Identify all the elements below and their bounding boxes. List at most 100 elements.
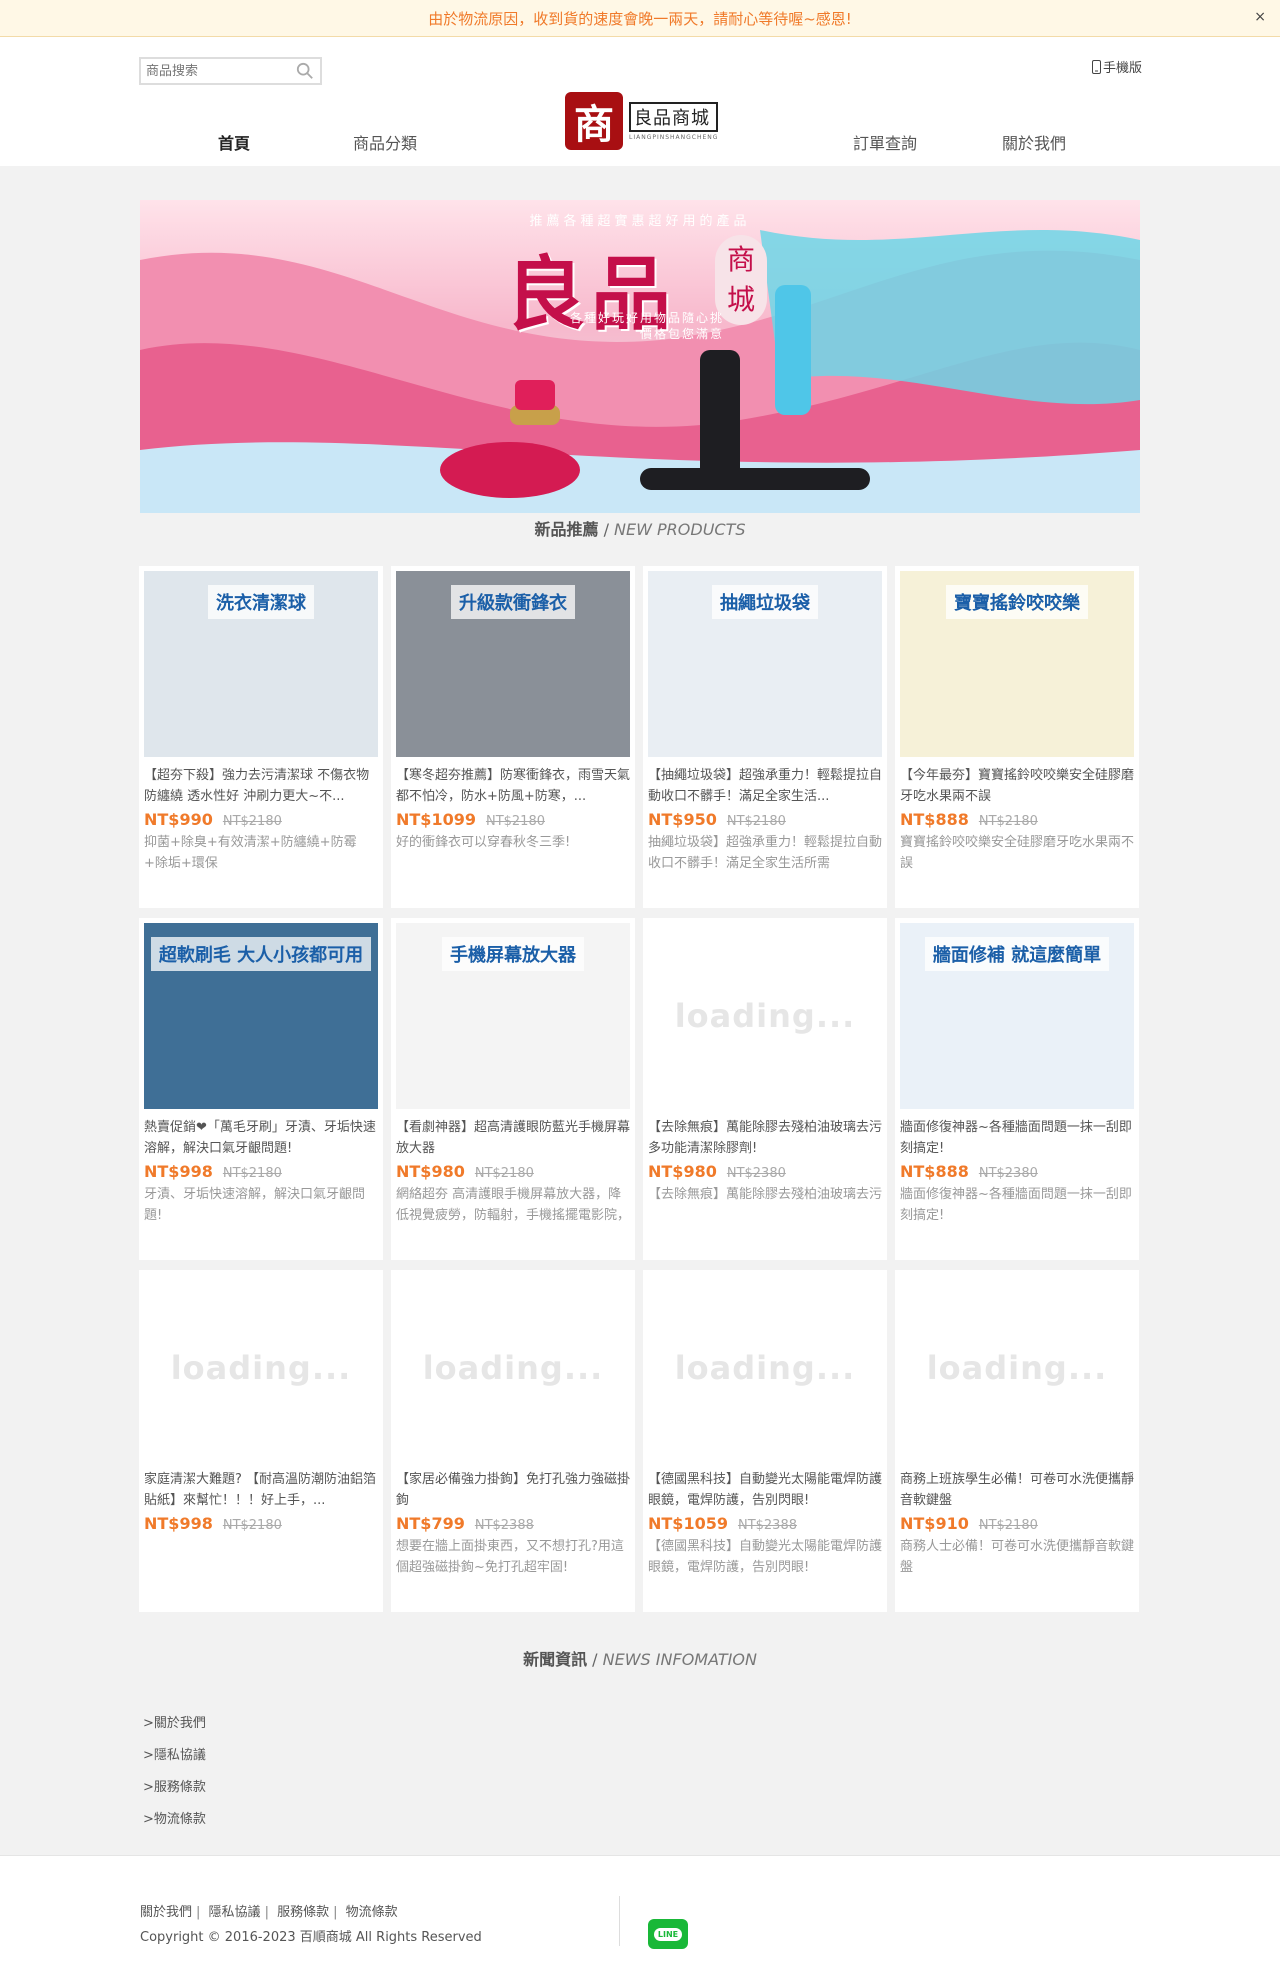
product-prices: NT$990 NT$2180 xyxy=(144,810,378,829)
nav-about[interactable]: 關於我們 xyxy=(1002,130,1066,154)
search-input[interactable] xyxy=(141,59,291,83)
product-image[interactable]: loading... xyxy=(144,1275,378,1461)
product-image[interactable]: 超軟刷毛 大人小孩都可用 xyxy=(144,923,378,1109)
close-icon[interactable]: × xyxy=(1254,9,1266,25)
product-image[interactable]: 升級款衝鋒衣 xyxy=(396,571,630,757)
product-price: NT$998 xyxy=(144,1162,213,1181)
product-image-caption: 手機屏幕放大器 xyxy=(442,937,584,971)
site-footer: 關於我們 | 隱私協議 | 服務條款 | 物流條款 Copyright © 2016-… xyxy=(0,1855,1280,1985)
footer-link-about[interactable]: 關於我們 xyxy=(140,1905,192,1920)
phone-icon xyxy=(1091,59,1101,74)
product-card[interactable]: 手機屏幕放大器【看劇神器】超高清護眼防藍光手機屏幕放大器 NT$980 NT$218… xyxy=(391,918,635,1260)
notice-text: 由於物流原因，收到貨的速度會晚一兩天，請耐心等待喔~感恩! xyxy=(428,9,852,28)
product-old-price: NT$2388 xyxy=(737,1518,797,1533)
product-old-price: NT$2180 xyxy=(474,1166,534,1181)
footer-divider xyxy=(619,1896,620,1946)
product-image[interactable]: loading... xyxy=(396,1275,630,1461)
product-description: 抑菌+除臭+有效清潔+防纏繞+防霉+除垢+環保 xyxy=(144,835,357,871)
product-image[interactable]: loading... xyxy=(648,1275,882,1461)
nav-order-query[interactable]: 訂單查詢 xyxy=(853,130,917,154)
hero-banner[interactable]: 推薦各種超實惠超好用的產品 良品 商 城 各種好玩好用物品隨心挑 價格包您滿意 xyxy=(140,200,1140,513)
product-title[interactable]: 【家居必備強力掛鉤】免打孔強力強磁掛鉤 xyxy=(396,1469,630,1511)
product-title[interactable]: 【看劇神器】超高清護眼防藍光手機屏幕放大器 xyxy=(396,1117,630,1159)
product-title[interactable]: 【寒冬超夯推薦】防寒衝鋒衣，雨雪天氣都不怕冷，防水+防風+防寒，... xyxy=(396,765,630,807)
product-title[interactable]: 【超夯下殺】強力去污清潔球 不傷衣物 防纏繞 透水性好 沖刷力更大~不... xyxy=(144,765,378,807)
footer-link-terms[interactable]: 服務條款 xyxy=(277,1905,329,1920)
product-title[interactable]: 商務上班族學生必備！可卷可水洗便攜靜音軟鍵盤 xyxy=(900,1469,1134,1511)
product-card[interactable]: loading... 【家居必備強力掛鉤】免打孔強力強磁掛鉤 NT$799 NT$23… xyxy=(391,1270,635,1612)
product-card[interactable]: 洗衣清潔球【超夯下殺】強力去污清潔球 不傷衣物 防纏繞 透水性好 沖刷力更大~不… xyxy=(139,566,383,908)
product-description: 寶寶搖鈴咬咬樂安全硅膠磨牙吃水果兩不誤 xyxy=(900,835,1134,871)
search-icon[interactable] xyxy=(296,62,314,80)
product-prices: NT$998 NT$2180 xyxy=(144,1162,378,1181)
product-old-price: NT$2180 xyxy=(978,814,1038,829)
link-logistics[interactable]: >物流條款 xyxy=(143,1810,206,1842)
product-prices: NT$888 NT$2380 xyxy=(900,1162,1134,1181)
footer-link-logistics[interactable]: 物流條款 xyxy=(346,1905,398,1920)
product-price: NT$888 xyxy=(900,810,969,829)
product-card[interactable]: 升級款衝鋒衣【寒冬超夯推薦】防寒衝鋒衣，雨雪天氣都不怕冷，防水+防風+防寒，..… xyxy=(391,566,635,908)
logo-subtext: LIANGPINSHANGCHENG xyxy=(629,133,719,141)
product-description: 好的衝鋒衣可以穿春秋冬三季! xyxy=(396,835,571,850)
product-title[interactable]: 熱賣促銷❤「萬毛牙刷」牙漬、牙垢快速溶解，解決口氣牙齦問題! xyxy=(144,1117,378,1159)
mobile-version-label: 手機版 xyxy=(1102,61,1142,76)
line-icon[interactable]: LINE xyxy=(648,1919,688,1949)
product-title[interactable]: 【去除無痕】萬能除膠去殘柏油玻璃去污多功能清潔除膠劑! xyxy=(648,1117,882,1159)
product-card[interactable]: 牆面修補 就這麼簡單牆面修復神器~各種牆面問題一抹一刮即刻搞定! NT$888 NT… xyxy=(895,918,1139,1260)
product-old-price: NT$2180 xyxy=(222,814,282,829)
nav-categories[interactable]: 商品分類 xyxy=(353,130,417,154)
logo-mark: 商 xyxy=(565,92,623,150)
product-prices: NT$799 NT$2388 xyxy=(396,1514,630,1533)
loading-placeholder: loading... xyxy=(926,1349,1108,1387)
product-card[interactable]: 寶寶搖鈴咬咬樂【今年最夯】寶寶搖鈴咬咬樂安全硅膠磨牙吃水果兩不誤 NT$888 NT… xyxy=(895,566,1139,908)
footer-link-privacy[interactable]: 隱私協議 xyxy=(209,1905,261,1920)
product-description: 網絡超夯 高清護眼手機屏幕放大器，降低視覺疲勞，防輻射，手機搖擺電影院，輕鬆享受… xyxy=(396,1187,630,1223)
product-image-caption: 洗衣清潔球 xyxy=(208,585,314,619)
product-image[interactable]: 手機屏幕放大器 xyxy=(396,923,630,1109)
product-price: NT$980 xyxy=(648,1162,717,1181)
product-image[interactable]: 寶寶搖鈴咬咬樂 xyxy=(900,571,1134,757)
link-about[interactable]: >關於我們 xyxy=(143,1714,206,1746)
product-title[interactable]: 家庭清潔大難題? 【耐高溫防潮防油鋁箔貼紙】來幫忙！！！好上手，... xyxy=(144,1469,378,1511)
product-prices: NT$1059 NT$2388 xyxy=(648,1514,882,1533)
product-price: NT$799 xyxy=(396,1514,465,1533)
nav-home[interactable]: 首頁 xyxy=(218,130,250,154)
product-card[interactable]: loading... 【德國黑科技】自動變光太陽能電焊防護眼鏡，電焊防護，告別閃眼… xyxy=(643,1270,887,1612)
product-card[interactable]: loading... 家庭清潔大難題? 【耐高溫防潮防油鋁箔貼紙】來幫忙！！！好上… xyxy=(139,1270,383,1612)
product-price: NT$910 xyxy=(900,1514,969,1533)
product-description: 想要在牆上面掛東西，又不想打孔?用這個超強磁掛鉤~免打孔超牢固! xyxy=(396,1539,624,1575)
product-card[interactable]: 抽繩垃圾袋【抽繩垃圾袋】超強承重力！輕鬆提拉自動收口不髒手！滿足全家生活... N… xyxy=(643,566,887,908)
product-description: 牆面修復神器~各種牆面問題一抹一刮即刻搞定! xyxy=(900,1187,1132,1223)
product-image[interactable]: 牆面修補 就這麼簡單 xyxy=(900,923,1134,1109)
product-old-price: NT$2180 xyxy=(726,814,786,829)
product-price: NT$990 xyxy=(144,810,213,829)
product-prices: NT$1099 NT$2180 xyxy=(396,810,630,829)
product-image[interactable]: loading... xyxy=(900,1275,1134,1461)
product-card[interactable]: loading... 【去除無痕】萬能除膠去殘柏油玻璃去污多功能清潔除膠劑! NT$… xyxy=(643,918,887,1260)
product-title[interactable]: 【德國黑科技】自動變光太陽能電焊防護眼鏡，電焊防護，告別閃眼! xyxy=(648,1469,882,1511)
link-terms[interactable]: >服務條款 xyxy=(143,1778,206,1810)
mobile-version-link[interactable]: 手機版 xyxy=(1091,57,1142,76)
site-logo[interactable]: 商 良品商城 LIANGPINSHANGCHENG xyxy=(565,92,719,150)
product-price: NT$950 xyxy=(648,810,717,829)
link-privacy[interactable]: >隱私協議 xyxy=(143,1746,206,1778)
product-title[interactable]: 【抽繩垃圾袋】超強承重力！輕鬆提拉自動收口不髒手！滿足全家生活... xyxy=(648,765,882,807)
product-prices: NT$980 NT$2180 xyxy=(396,1162,630,1181)
product-old-price: NT$2380 xyxy=(726,1166,786,1181)
product-image[interactable]: 洗衣清潔球 xyxy=(144,571,378,757)
product-price: NT$998 xyxy=(144,1514,213,1533)
product-old-price: NT$2180 xyxy=(222,1166,282,1181)
product-title[interactable]: 牆面修復神器~各種牆面問題一抹一刮即刻搞定! xyxy=(900,1117,1134,1159)
product-description: 【德國黑科技】自動變光太陽能電焊防護眼鏡，電焊防護，告別閃眼! xyxy=(648,1539,882,1575)
product-price: NT$1059 xyxy=(648,1514,728,1533)
product-title[interactable]: 【今年最夯】寶寶搖鈴咬咬樂安全硅膠磨牙吃水果兩不誤 xyxy=(900,765,1134,807)
product-old-price: NT$2380 xyxy=(978,1166,1038,1181)
product-image[interactable]: loading... xyxy=(648,923,882,1109)
product-old-price: NT$2180 xyxy=(978,1518,1038,1533)
product-image[interactable]: 抽繩垃圾袋 xyxy=(648,571,882,757)
product-card[interactable]: 超軟刷毛 大人小孩都可用熱賣促銷❤「萬毛牙刷」牙漬、牙垢快速溶解，解決口氣牙齦問… xyxy=(139,918,383,1260)
banner-subtitle: 各種好玩好用物品隨心挑 價格包您滿意 xyxy=(570,311,725,341)
product-old-price: NT$2180 xyxy=(485,814,545,829)
copyright: Copyright © 2016-2023 百順商城 All Rights Re… xyxy=(140,1930,482,1945)
product-card[interactable]: loading... 商務上班族學生必備！可卷可水洗便攜靜音軟鍵盤 NT$910 NT… xyxy=(895,1270,1139,1612)
